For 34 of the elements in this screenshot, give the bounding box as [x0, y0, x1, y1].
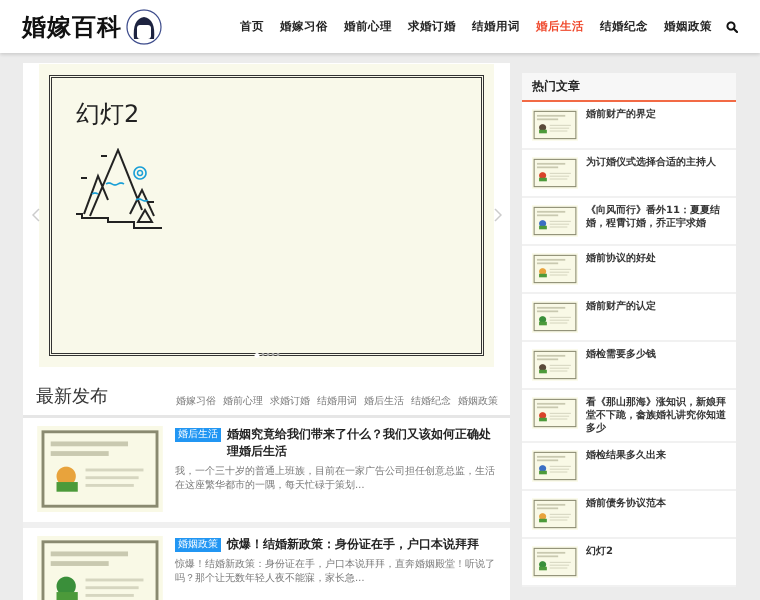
sidebar-title: 热门文章 [522, 73, 736, 102]
section-title: 最新发布 [36, 385, 108, 408]
slide-title: 幻灯2 [76, 99, 140, 130]
site-logo[interactable]: 婚嫁百科 [22, 10, 122, 42]
nav-link[interactable]: 求婚订婚 [400, 19, 464, 34]
post-excerpt: 惊爆！结婚新政策：身份证在手，户口本说拜拜，直奔婚姻殿堂！听说了吗？那个让无数年轻人夜不能寐，家长急... [175, 558, 496, 586]
nav-link[interactable]: 结婚纪念 [592, 19, 656, 34]
post-title[interactable]: 惊爆！结婚新政策：身份证在手，户口本说拜拜 [227, 536, 498, 553]
article-link[interactable]: 婚前财产的界定 [586, 108, 656, 142]
article-link[interactable]: 婚前财产的认定 [586, 300, 656, 334]
nav-link[interactable]: 结婚用词 [464, 19, 528, 34]
slide-image[interactable]: 幻灯2 [39, 64, 494, 367]
nav-link[interactable]: 婚后生活 [528, 19, 592, 34]
article-link[interactable]: 婚前协议的好处 [586, 252, 656, 286]
article-link[interactable]: 婚前债务协议范本 [586, 497, 666, 531]
article-link[interactable]: 《向风而行》番外11：夏夏结婚，程霄订婚，乔正宇求婚 [586, 204, 726, 238]
article-link[interactable]: 婚检需要多少钱 [586, 348, 656, 382]
nav-link[interactable]: 首页 [232, 19, 272, 34]
category-tab[interactable]: 婚嫁习俗 [176, 394, 216, 408]
category-tab[interactable]: 结婚纪念 [411, 394, 451, 408]
category-tab[interactable]: 婚姻政策 [458, 394, 498, 408]
nav-link[interactable]: 婚前心理 [336, 19, 400, 34]
category-tab[interactable]: 婚前心理 [223, 394, 263, 408]
article-link[interactable]: 为订婚仪式选择合适的主持人 [586, 156, 716, 190]
category-tab[interactable]: 结婚用词 [317, 394, 357, 408]
article-link[interactable]: 看《那山那海》涨知识，新娘拜堂不下跪，畲族婚礼讲究你知道多少 [586, 396, 726, 435]
nav-link[interactable]: 婚姻政策 [656, 19, 720, 34]
article-link[interactable]: 婚检结果多久出来 [586, 449, 666, 483]
category-tab[interactable]: 求婚订婚 [270, 394, 310, 408]
article-link[interactable]: 幻灯2 [586, 545, 613, 579]
category-tab[interactable]: 婚后生活 [364, 394, 404, 408]
post-excerpt: 我，一个三十岁的普通上班族，目前在一家广告公司担任创意总监，生活在这座繁华都市的一隅，每天忙碌于策划... [175, 465, 496, 493]
nav-link[interactable]: 婚嫁习俗 [272, 19, 336, 34]
post-title[interactable]: 婚姻究竟给我们带来了什么？我们又该如何正确处理婚后生活 [227, 426, 498, 460]
